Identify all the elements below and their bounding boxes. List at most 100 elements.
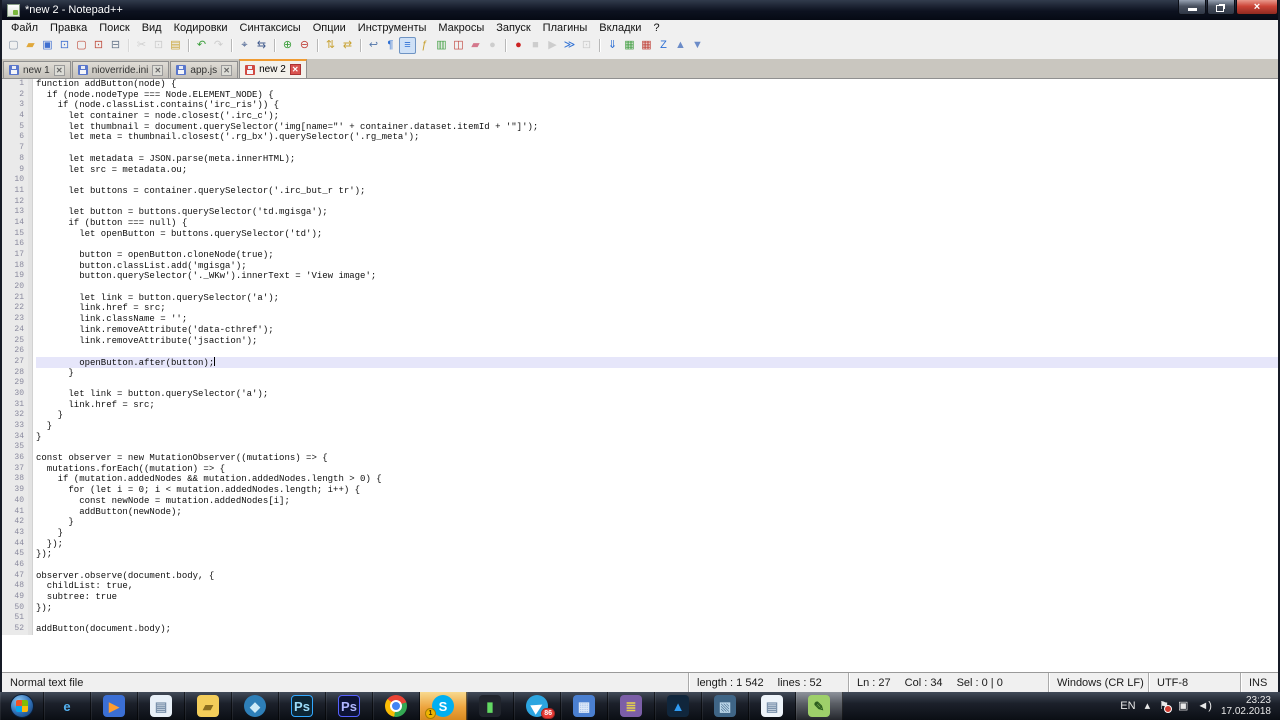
editor-line[interactable]: 35 [2,442,1278,454]
editor-line[interactable]: 13 let button = buttons.querySelector('t… [2,207,1278,218]
editor-line[interactable]: 12 [2,196,1278,208]
chrome-icon[interactable] [373,692,420,720]
monitoring-button[interactable]: ● [484,37,501,54]
action-center-flag-icon[interactable]: ⚑ [1159,700,1172,713]
close-all-button[interactable]: ⊡ [90,37,107,54]
photoshop-blue-icon[interactable]: Ps [326,692,373,720]
editor-line[interactable]: 2 if (node.nodeType === Node.ELEMENT_NOD… [2,89,1278,101]
macro-run-multiple-button[interactable]: ⊡ [578,37,595,54]
new-file-button[interactable]: ▢ [5,37,22,54]
image-viewer-icon[interactable]: ▧ [702,692,749,720]
folder-as-workspace-button[interactable]: ▰ [467,37,484,54]
tab-close-icon[interactable]: ✕ [152,64,164,76]
word-wrap-button[interactable]: ↩ [360,37,382,54]
plugin-changed-lines-button[interactable]: ⇓ [599,37,621,54]
language-indicator[interactable]: EN [1120,700,1135,712]
editor-line[interactable]: 32 } [2,410,1278,421]
editor-line[interactable]: 31 link.href = src; [2,399,1278,411]
close-file-button[interactable]: ▢ [73,37,90,54]
editor-line[interactable]: 47 observer.observe(document.body, { [2,570,1278,582]
editor-line[interactable]: 24 link.removeAttribute('data-cthref'); [2,324,1278,336]
photoshop-cyan-icon[interactable]: Ps [279,692,326,720]
plugin-compare-button[interactable]: ▦ [621,37,638,54]
restore-button[interactable] [1207,0,1235,15]
editor-line[interactable]: 48 childList: true, [2,581,1278,592]
internet-explorer-icon[interactable]: e [44,692,91,720]
editor-line[interactable]: 9 let src = metadata.ou; [2,164,1278,176]
file-explorer-icon[interactable]: ▰ [185,692,232,720]
editor-line[interactable]: 22 link.href = src; [2,303,1278,315]
cut-button[interactable]: ✂ [128,37,150,54]
minimize-button[interactable] [1178,0,1206,15]
editor-line[interactable]: 39 for (let i = 0; i < mutation.addedNod… [2,485,1278,496]
show-indent-guide-button[interactable]: ≡ [399,36,416,54]
media-player-icon[interactable]: ▶ [91,692,138,720]
editor-line[interactable]: 40 const newNode = mutation.addedNodes[i… [2,495,1278,507]
editor-line[interactable]: 33 } [2,421,1278,432]
tab-close-icon[interactable]: ✕ [221,64,233,76]
menu-macro[interactable]: Макросы [432,22,490,34]
editor-line[interactable]: 21 let link = button.querySelector('a'); [2,292,1278,304]
editor-line[interactable]: 20 [2,282,1278,293]
editor-line[interactable]: 6 let meta = thumbnail.closest('.rg_bx')… [2,132,1278,144]
editor-line[interactable]: 45 }); [2,549,1278,560]
menu-search[interactable]: Поиск [93,22,135,34]
clock[interactable]: 23:23 17.02.2018 [1221,695,1271,717]
menu-run[interactable]: Запуск [490,22,536,34]
menu-edit[interactable]: Правка [44,22,93,34]
menu-language[interactable]: Синтаксисы [234,22,307,34]
editor-line[interactable]: 14 if (button === null) { [2,217,1278,229]
zoom-in-button[interactable]: ⊕ [274,37,296,54]
sync-vertical-scroll-button[interactable]: ⇅ [317,37,339,54]
tab-close-icon[interactable]: ✕ [289,64,301,75]
network-icon[interactable]: ▣ [1178,700,1188,712]
editor-line[interactable]: 27 openButton.after(button); [2,356,1278,368]
tab-close-icon[interactable]: ✕ [53,64,65,76]
editor-line[interactable]: 51 [2,613,1278,625]
editor-line[interactable]: 18 button.classList.add('mgisga'); [2,260,1278,272]
editor-line[interactable]: 30 let link = button.querySelector('a'); [2,388,1278,400]
editor-line[interactable]: 50 }); [2,602,1278,614]
affinity-designer-icon[interactable]: ▲ [655,692,702,720]
code-editor[interactable]: 1 function addButton(node) { 2 if (node.… [2,78,1278,672]
macro-stop-button[interactable]: ■ [527,37,544,54]
menu-encoding[interactable]: Кодировки [168,22,234,34]
copy-button[interactable]: ⊡ [150,37,167,54]
skype-icon[interactable]: S 1 [420,692,467,720]
plugin-nav-down-button[interactable]: ▼ [689,37,706,54]
editor-line[interactable]: 25 link.removeAttribute('jsaction'); [2,335,1278,347]
tab-nioverride-ini[interactable]: nioverride.ini ✕ [71,61,170,78]
plugin-compare-clear-button[interactable]: ▦ [638,37,655,54]
editor-line[interactable]: 38 if (mutation.addedNodes && mutation.a… [2,474,1278,486]
save-button[interactable]: ▣ [39,37,56,54]
open-file-button[interactable]: ▰ [22,37,39,54]
winrar-icon[interactable]: ≣ [608,692,655,720]
sync-horizontal-scroll-button[interactable]: ⇄ [339,37,356,54]
macro-save-button[interactable]: ≫ [561,37,578,54]
menu-settings[interactable]: Опции [307,22,352,34]
close-button[interactable]: × [1236,0,1278,15]
notepad-plus-plus-icon[interactable]: ✎ [796,692,843,720]
notepad-icon[interactable]: ▤ [138,692,185,720]
editor-line[interactable]: 36 const observer = new MutationObserver… [2,453,1278,464]
editor-line[interactable]: 7 [2,143,1278,154]
editor-line[interactable]: 4 let container = node.closest('.irc_c')… [2,111,1278,122]
editor-line[interactable]: 41 addButton(newNode); [2,506,1278,518]
editor-line[interactable]: 46 [2,559,1278,571]
calculator-icon[interactable]: ▦ [561,692,608,720]
editor-line[interactable]: 42 } [2,517,1278,528]
find-button[interactable]: ⌖ [231,37,253,54]
tab-new-1[interactable]: new 1 ✕ [3,61,71,78]
editor-line[interactable]: 43 } [2,527,1278,539]
system-monitor-icon[interactable]: ▮ [467,692,514,720]
start-button[interactable] [0,692,44,720]
show-all-characters-button[interactable]: ¶ [382,37,399,54]
editor-line[interactable]: 1 function addButton(node) { [2,79,1278,90]
save-all-button[interactable]: ⊡ [56,37,73,54]
paste-button[interactable]: ▤ [167,37,184,54]
document-map-button[interactable]: ▥ [433,37,450,54]
undo-button[interactable]: ↶ [188,37,210,54]
plugin-nav-last-button[interactable]: Z [655,37,672,54]
daemon-tools-icon[interactable]: ◆ [232,692,279,720]
menu-help[interactable]: ? [647,22,665,34]
